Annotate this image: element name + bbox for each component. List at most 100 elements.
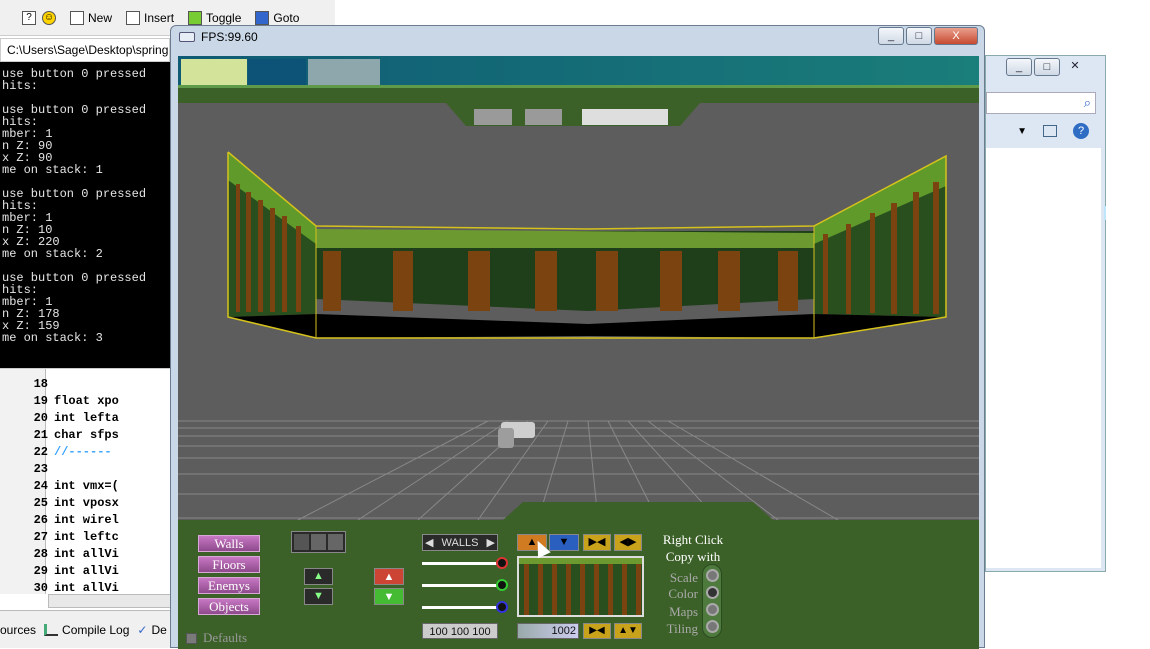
tiling-radio[interactable] xyxy=(706,620,719,633)
console-line: me on stack: 3 xyxy=(2,331,103,345)
game-minimize-button[interactable]: _ xyxy=(878,27,904,45)
tab-compile-log-label: Compile Log xyxy=(62,622,130,637)
top-slot-1[interactable] xyxy=(474,109,512,125)
move-up-button[interactable]: ▲ xyxy=(304,568,333,585)
code-line: 28 int allVi xyxy=(0,547,119,564)
line-number: 27 xyxy=(33,530,48,544)
code-line: 27 int leftc xyxy=(0,530,119,547)
help-button[interactable]: ? xyxy=(22,10,36,25)
line-number: 20 xyxy=(33,411,48,425)
collapse-vertical-button[interactable]: ▶◀ xyxy=(583,623,611,639)
code-line: 25 int vposx xyxy=(0,496,119,513)
game-viewport[interactable] xyxy=(178,56,979,520)
horizontal-scrollbar[interactable] xyxy=(48,594,175,608)
player-weapon xyxy=(498,422,535,448)
code-text: int leftc xyxy=(54,530,119,544)
copy-with-title: Copy with xyxy=(665,549,721,564)
code-line: 21 char sfps xyxy=(0,428,119,445)
code-editor[interactable]: 18 19 float xpo 20 int lefta 21 char sfps 22 //-… xyxy=(0,368,175,608)
view-dropdown-icon[interactable]: ▼ xyxy=(1017,126,1027,137)
code-text: int lefta xyxy=(54,411,119,425)
code-line: 20 int lefta xyxy=(0,411,119,428)
next-icon[interactable]: ▶ xyxy=(487,536,497,549)
option-scale-label: Scale xyxy=(669,570,698,585)
code-line: 19 float xpo xyxy=(0,394,119,411)
banner-tab-3[interactable] xyxy=(308,59,380,85)
code-line: 29 int allVi xyxy=(0,564,119,581)
code-text: char sfps xyxy=(54,428,119,442)
console-path: C:\Users\Sage\Desktop\spring xyxy=(0,38,170,62)
console-output: use button 0 pressed hits: use button 0 pr… xyxy=(0,62,170,368)
scale-radio[interactable] xyxy=(706,569,719,582)
floors-button[interactable]: Floors xyxy=(198,556,260,573)
tab-compile-log[interactable]: Compile Log xyxy=(44,623,129,637)
expand-vertical-button[interactable]: ▲▼ xyxy=(614,623,642,639)
goto-button[interactable]: Goto xyxy=(255,10,299,25)
walls-selector[interactable]: ◀ WALLS ▶ xyxy=(422,534,498,551)
game-title-bar: FPS:99.60 xyxy=(179,30,258,44)
code-text: int vposx xyxy=(54,496,119,510)
console-line: me on stack: 2 xyxy=(2,247,103,261)
copy-options-radio-group xyxy=(702,564,722,638)
game-window-controls: _ □ X xyxy=(878,27,978,45)
tab-debug-label: De xyxy=(151,622,167,637)
insert-button[interactable]: Insert xyxy=(126,10,175,25)
explorer-search-input[interactable]: ⌕ xyxy=(986,92,1096,114)
app-icon xyxy=(179,32,195,42)
collapse-horizontal-button[interactable]: ▶◀ xyxy=(583,534,611,551)
preview-pane-icon[interactable] xyxy=(1043,125,1057,137)
defaults-label: Defaults xyxy=(203,630,248,645)
line-number: 25 xyxy=(33,496,48,510)
new-label: New xyxy=(88,10,113,25)
code-text: int wirel xyxy=(54,513,119,527)
objects-button[interactable]: Objects xyxy=(198,598,260,615)
prev-icon[interactable]: ◀ xyxy=(423,536,433,549)
tab-debug[interactable]: ✓ De xyxy=(137,623,166,637)
new-button[interactable]: New xyxy=(70,10,113,25)
texture-group-button[interactable] xyxy=(291,531,346,553)
red-slider-knob[interactable] xyxy=(496,557,508,569)
toggle-button[interactable]: Toggle xyxy=(188,10,241,25)
explorer-minimize-button[interactable]: _ xyxy=(1006,58,1032,76)
maps-radio[interactable] xyxy=(706,603,719,616)
code-text: int allVi xyxy=(54,564,119,578)
code-line: 23 xyxy=(0,462,54,479)
top-slot-2[interactable] xyxy=(525,109,562,125)
walls-button[interactable]: Walls xyxy=(198,535,260,552)
red-slider[interactable] xyxy=(422,557,508,569)
blue-slider[interactable] xyxy=(422,601,508,613)
enemys-button[interactable]: Enemys xyxy=(198,577,260,594)
blue-slider-knob[interactable] xyxy=(496,601,508,613)
game-close-button[interactable]: X xyxy=(934,27,978,45)
lower-button[interactable]: ▼ xyxy=(374,588,404,605)
help-icon[interactable]: ? xyxy=(1073,123,1089,139)
tab-resources[interactable]: ources xyxy=(0,623,36,637)
explorer-close-button[interactable]: ✕ xyxy=(1062,58,1088,76)
green-slider[interactable] xyxy=(422,579,508,591)
banner-tab-1[interactable] xyxy=(181,59,247,85)
explorer-maximize-button[interactable]: □ xyxy=(1034,58,1060,76)
code-text: int allVi xyxy=(54,547,119,561)
raise-button[interactable]: ▲ xyxy=(374,568,404,585)
smiley-button[interactable]: ☺ xyxy=(42,10,56,25)
help-icon: ? xyxy=(22,10,36,25)
defaults-checkbox[interactable]: Defaults xyxy=(186,630,247,646)
fps-title: FPS:99.60 xyxy=(201,30,258,44)
move-down-button[interactable]: ▼ xyxy=(304,588,333,605)
color-radio[interactable] xyxy=(706,586,719,599)
insert-icon xyxy=(126,10,141,25)
banner-tab-2[interactable] xyxy=(248,59,306,85)
editor-panel: Walls Floors Enemys Objects Defaults ▲ ▼… xyxy=(178,520,979,649)
green-slider-knob[interactable] xyxy=(496,579,508,591)
expand-horizontal-button[interactable]: ◀▶ xyxy=(614,534,642,551)
game-maximize-button[interactable]: □ xyxy=(906,27,932,45)
texture-down-button[interactable]: ▼ xyxy=(549,534,579,551)
walls-selector-label: WALLS xyxy=(441,536,479,549)
top-slot-3[interactable] xyxy=(582,109,668,125)
option-maps-label: Maps xyxy=(669,604,698,619)
texture-preview[interactable] xyxy=(517,556,644,617)
insert-label: Insert xyxy=(144,10,175,25)
explorer-content xyxy=(986,148,1106,568)
